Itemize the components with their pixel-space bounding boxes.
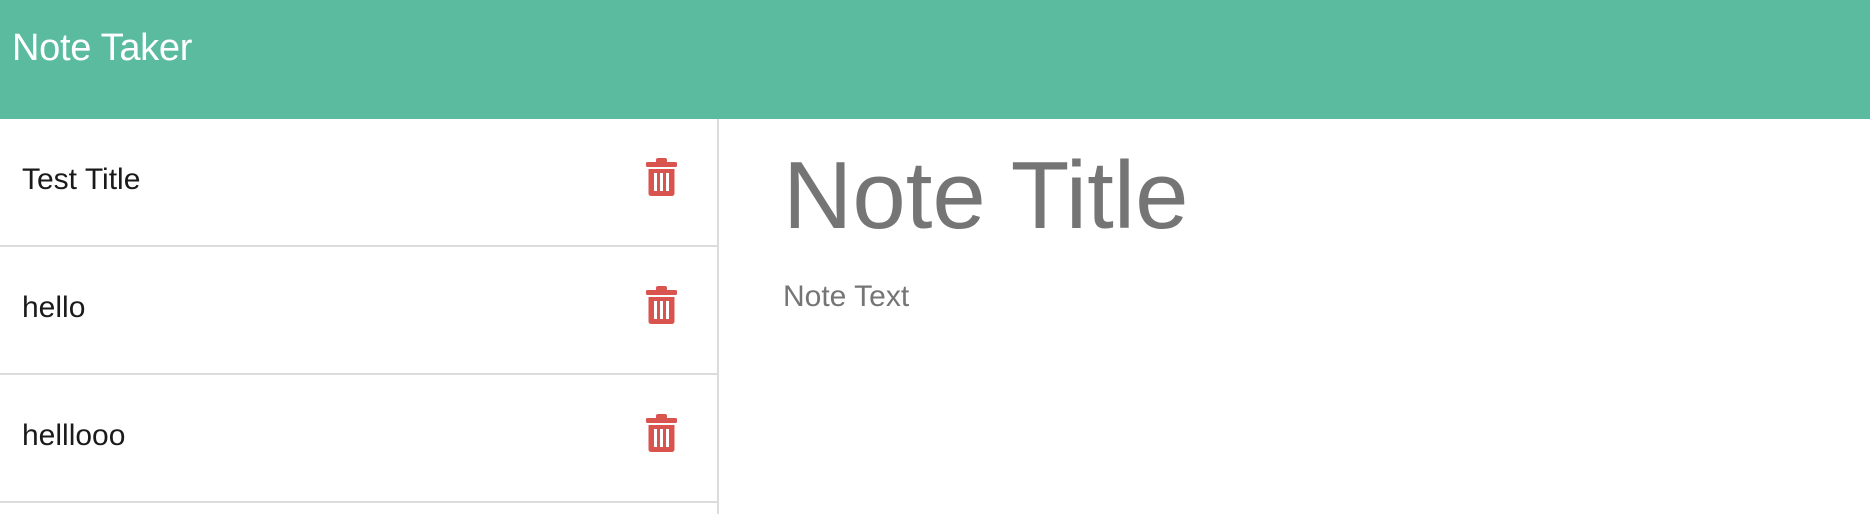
note-item-title[interactable]: Test Title bbox=[22, 160, 140, 200]
note-list-item[interactable]: Test Title bbox=[0, 119, 717, 247]
trash-icon[interactable] bbox=[646, 158, 677, 196]
note-title-input[interactable] bbox=[783, 141, 1783, 251]
note-list-item[interactable]: hello bbox=[0, 247, 717, 375]
note-list: Test Title hello helllooo bbox=[0, 119, 719, 514]
app-header: Note Taker bbox=[0, 0, 1870, 119]
note-text-input[interactable] bbox=[783, 277, 1783, 477]
note-list-item[interactable]: helllooo bbox=[0, 375, 717, 503]
note-editor bbox=[719, 119, 1870, 514]
trash-icon[interactable] bbox=[646, 286, 677, 324]
trash-icon[interactable] bbox=[646, 414, 677, 452]
app-title[interactable]: Note Taker bbox=[12, 24, 192, 72]
note-item-title[interactable]: helllooo bbox=[22, 416, 125, 456]
note-item-title[interactable]: hello bbox=[22, 288, 85, 328]
